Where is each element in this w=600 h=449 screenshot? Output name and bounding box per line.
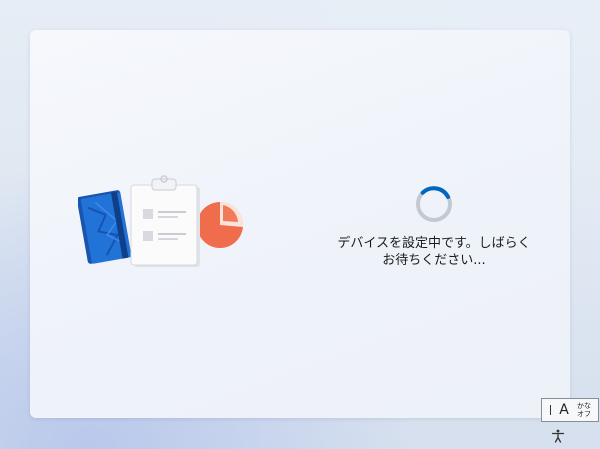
pie-chart-icon xyxy=(197,201,244,248)
ime-indicator[interactable]: A かな オフ xyxy=(541,398,599,422)
ime-input-mode: A xyxy=(559,402,569,418)
loading-spinner-icon xyxy=(414,184,454,224)
ime-kana-line-2: オフ xyxy=(577,410,591,418)
accessibility-icon[interactable] xyxy=(551,428,565,443)
setup-card: デバイスを設定中です。しばらく お待ちください... xyxy=(30,30,570,418)
status-line-2: お待ちください... xyxy=(382,253,486,268)
book-icon xyxy=(76,190,132,264)
clipboard-icon xyxy=(130,175,200,267)
ime-kana-line-1: かな xyxy=(577,402,591,410)
ime-divider xyxy=(550,405,551,415)
setup-status-text: デバイスを設定中です。しばらく お待ちください... xyxy=(330,235,538,269)
status-line-1: デバイスを設定中です。しばらく xyxy=(337,236,531,251)
ime-kana-toggle: かな オフ xyxy=(577,402,591,418)
setup-illustration xyxy=(76,175,248,275)
